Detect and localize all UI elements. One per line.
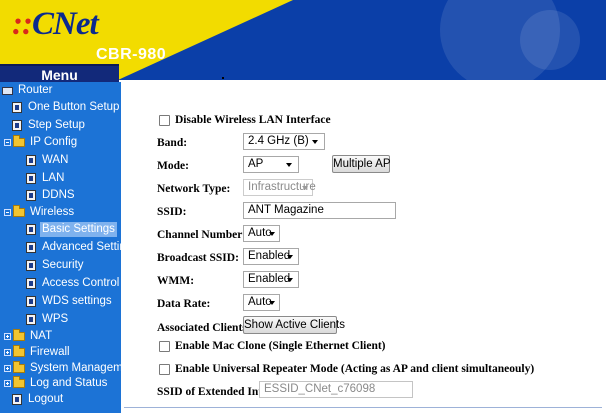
page-icon <box>26 173 36 184</box>
mac-clone-checkbox[interactable] <box>159 341 170 352</box>
wmm-select[interactable]: Enabled <box>243 271 299 288</box>
data-rate-select[interactable]: Auto <box>243 294 280 311</box>
extended-ssid-input[interactable]: ESSID_CNet_c76098 <box>259 381 413 398</box>
menu-bar: Menu <box>0 64 119 84</box>
folder-open-icon <box>13 205 25 217</box>
folder-icon <box>13 345 25 357</box>
chevron-down-icon <box>287 278 293 282</box>
page-icon <box>26 314 36 325</box>
sidebar: Router One Button Setup Step Setup IP Co… <box>0 82 139 413</box>
associated-clients-label: Associated Clients: <box>157 322 251 334</box>
wmm-label: WMM: <box>157 275 195 287</box>
data-rate-label: Data Rate: <box>157 298 211 310</box>
sidebar-item-security[interactable]: Security <box>26 257 86 274</box>
sidebar-item-ddns[interactable]: DDNS <box>26 187 77 204</box>
decor-circle <box>520 10 580 70</box>
sidebar-item-router[interactable]: Router <box>2 82 55 99</box>
page-icon <box>26 190 36 201</box>
sidebar-item-logout[interactable]: Logout <box>12 391 65 408</box>
chevron-down-icon <box>302 186 308 190</box>
channel-number-label: Channel Number: <box>157 229 247 241</box>
band-label: Band: <box>157 137 188 149</box>
sidebar-item-access-control[interactable]: Access Control <box>26 275 121 292</box>
show-active-clients-button[interactable]: Show Active Clients <box>243 316 345 334</box>
expand-icon[interactable] <box>4 333 11 340</box>
sidebar-item-wireless[interactable]: Wireless <box>4 204 76 221</box>
cnet-logo: ::CNet <box>12 6 99 42</box>
chevron-down-icon <box>269 232 275 236</box>
channel-number-select[interactable]: Auto <box>243 225 280 242</box>
sidebar-item-log-and-status[interactable]: Log and Status <box>4 375 109 392</box>
folder-open-icon <box>13 135 25 147</box>
universal-repeater-label: Enable Universal Repeater Mode (Acting a… <box>175 363 535 375</box>
folder-icon <box>13 329 25 341</box>
page-icon <box>26 224 36 235</box>
page-icon <box>26 296 36 307</box>
sidebar-item-step-setup[interactable]: Step Setup <box>12 117 87 134</box>
folder-icon <box>13 361 25 373</box>
broadcast-ssid-select[interactable]: Enabled <box>243 248 299 265</box>
decor-dot <box>222 77 224 79</box>
sidebar-item-firewall[interactable]: Firewall <box>4 344 72 361</box>
band-select[interactable]: 2.4 GHz (B) <box>243 133 325 150</box>
logout-icon <box>12 394 22 405</box>
sidebar-item-ip-config[interactable]: IP Config <box>4 134 79 151</box>
page-icon <box>26 260 36 271</box>
expand-icon[interactable] <box>4 380 11 387</box>
sidebar-item-wan[interactable]: WAN <box>26 152 70 169</box>
logo-background-slant <box>118 0 293 80</box>
chevron-down-icon <box>312 140 318 144</box>
page-icon <box>26 242 36 253</box>
mode-select[interactable]: AP <box>243 156 299 173</box>
collapse-icon[interactable] <box>4 209 11 216</box>
ssid-input[interactable]: ANT Magazine <box>243 202 396 219</box>
folder-icon <box>13 376 25 388</box>
disable-wlan-label: Disable Wireless LAN Interface <box>175 114 331 126</box>
network-type-select[interactable]: Infrastructure <box>243 179 316 196</box>
chevron-down-icon <box>287 255 293 259</box>
network-type-label: Network Type: <box>157 183 231 195</box>
sidebar-item-nat[interactable]: NAT <box>4 328 54 345</box>
page-icon <box>26 278 36 289</box>
expand-icon[interactable] <box>4 349 11 356</box>
sidebar-item-basic-settings[interactable]: Basic Settings <box>26 221 117 238</box>
sidebar-item-lan[interactable]: LAN <box>26 170 66 187</box>
chevron-down-icon <box>286 163 292 167</box>
universal-repeater-checkbox[interactable] <box>159 364 170 375</box>
sidebar-item-wps[interactable]: WPS <box>26 311 70 328</box>
broadcast-ssid-label: Broadcast SSID: <box>157 252 239 264</box>
mode-label: Mode: <box>157 160 189 172</box>
mac-clone-label: Enable Mac Clone (Single Ethernet Client… <box>175 340 386 352</box>
content-divider <box>124 407 602 408</box>
router-icon <box>2 86 13 95</box>
page-icon <box>12 102 22 113</box>
disable-wlan-checkbox[interactable] <box>159 115 170 126</box>
sidebar-item-one-button-setup[interactable]: One Button Setup <box>12 99 121 116</box>
multiple-ap-button[interactable]: Multiple AP <box>332 155 391 173</box>
expand-icon[interactable] <box>4 365 11 372</box>
collapse-icon[interactable] <box>4 139 11 146</box>
page-icon <box>26 155 36 166</box>
chevron-down-icon <box>269 301 275 305</box>
model-name: CBR-980 <box>96 46 167 63</box>
page-icon <box>12 120 22 131</box>
sidebar-item-wds-settings[interactable]: WDS settings <box>26 293 114 310</box>
ssid-label: SSID: <box>157 206 187 218</box>
